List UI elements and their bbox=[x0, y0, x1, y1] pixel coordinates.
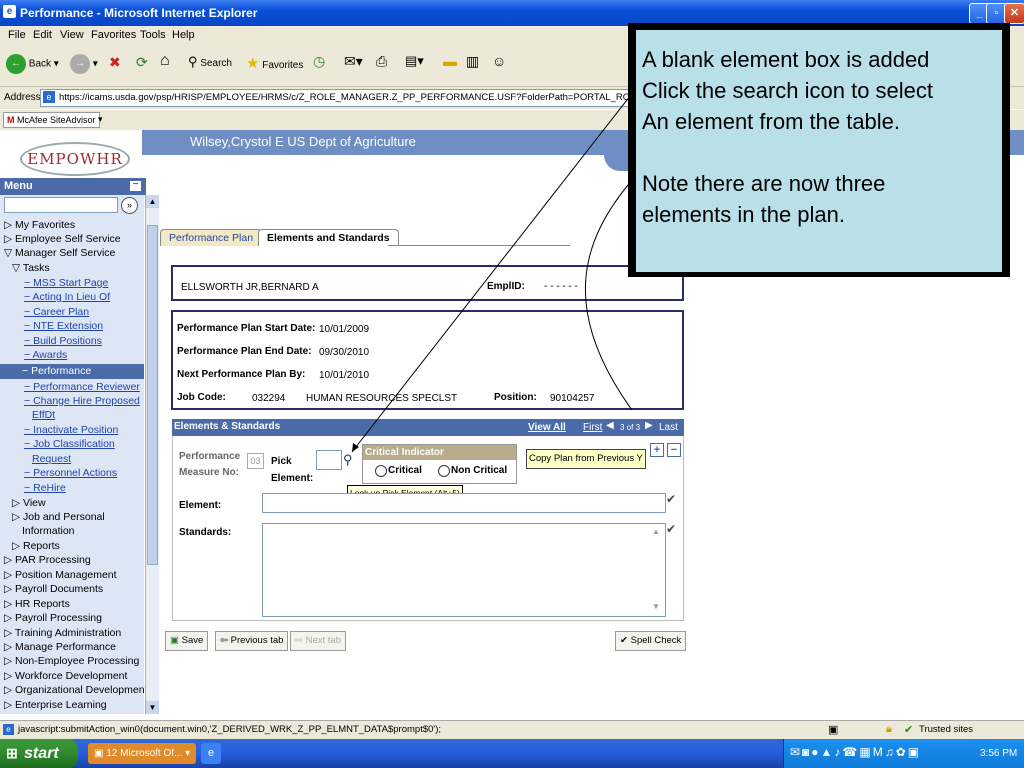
arrow-to-counter bbox=[584, 177, 635, 411]
taskbar-group-button[interactable]: ▣ 12 Microsoft Of... ▾ bbox=[88, 743, 196, 764]
callout-line-4: Note there are now three bbox=[642, 171, 886, 196]
start-label: start bbox=[24, 745, 59, 762]
callout-line-3: An element from the table. bbox=[642, 109, 901, 134]
system-tray: ✉◙●▲♪☎▦M♫✿▣ 3:56 PM bbox=[783, 739, 1024, 768]
start-button[interactable]: ⊞ start bbox=[0, 739, 78, 768]
taskbar: ⊞ start ▣ 12 Microsoft Of... ▾ e ✉◙●▲♪☎▦… bbox=[0, 739, 1024, 768]
callout-body: A blank element box is added Click the s… bbox=[636, 30, 1002, 272]
arrow-to-search-icon bbox=[351, 81, 642, 453]
zone-label: Trusted sites bbox=[919, 724, 974, 735]
status-text: javascript:submitAction_win0(document.wi… bbox=[18, 724, 442, 735]
status-monitor-icon: ▣ bbox=[828, 724, 839, 736]
tray-icons[interactable]: ✉◙●▲♪☎▦M♫✿▣ bbox=[790, 745, 921, 759]
callout-line-1: A blank element box is added bbox=[642, 47, 930, 72]
clock: 3:56 PM bbox=[980, 748, 1018, 759]
status-page-icon: e bbox=[3, 724, 14, 735]
lock-icon: 🔒︎ bbox=[886, 723, 892, 735]
callout-line-2: Click the search icon to select bbox=[642, 78, 934, 103]
callout-spacer bbox=[642, 137, 1002, 168]
windows-logo-icon: ⊞ bbox=[6, 745, 18, 761]
office-icon: ▣ bbox=[94, 748, 104, 759]
instruction-callout: A blank element box is added Click the s… bbox=[628, 23, 1010, 277]
taskbar-group-label: 12 Microsoft Of... bbox=[106, 748, 183, 759]
callout-line-5: elements in the plan. bbox=[642, 202, 846, 227]
trusted-check-icon: ✔ bbox=[904, 724, 914, 736]
taskbar-ie-button[interactable]: e bbox=[201, 743, 221, 764]
status-bar: e javascript:submitAction_win0(document.… bbox=[0, 720, 1024, 739]
